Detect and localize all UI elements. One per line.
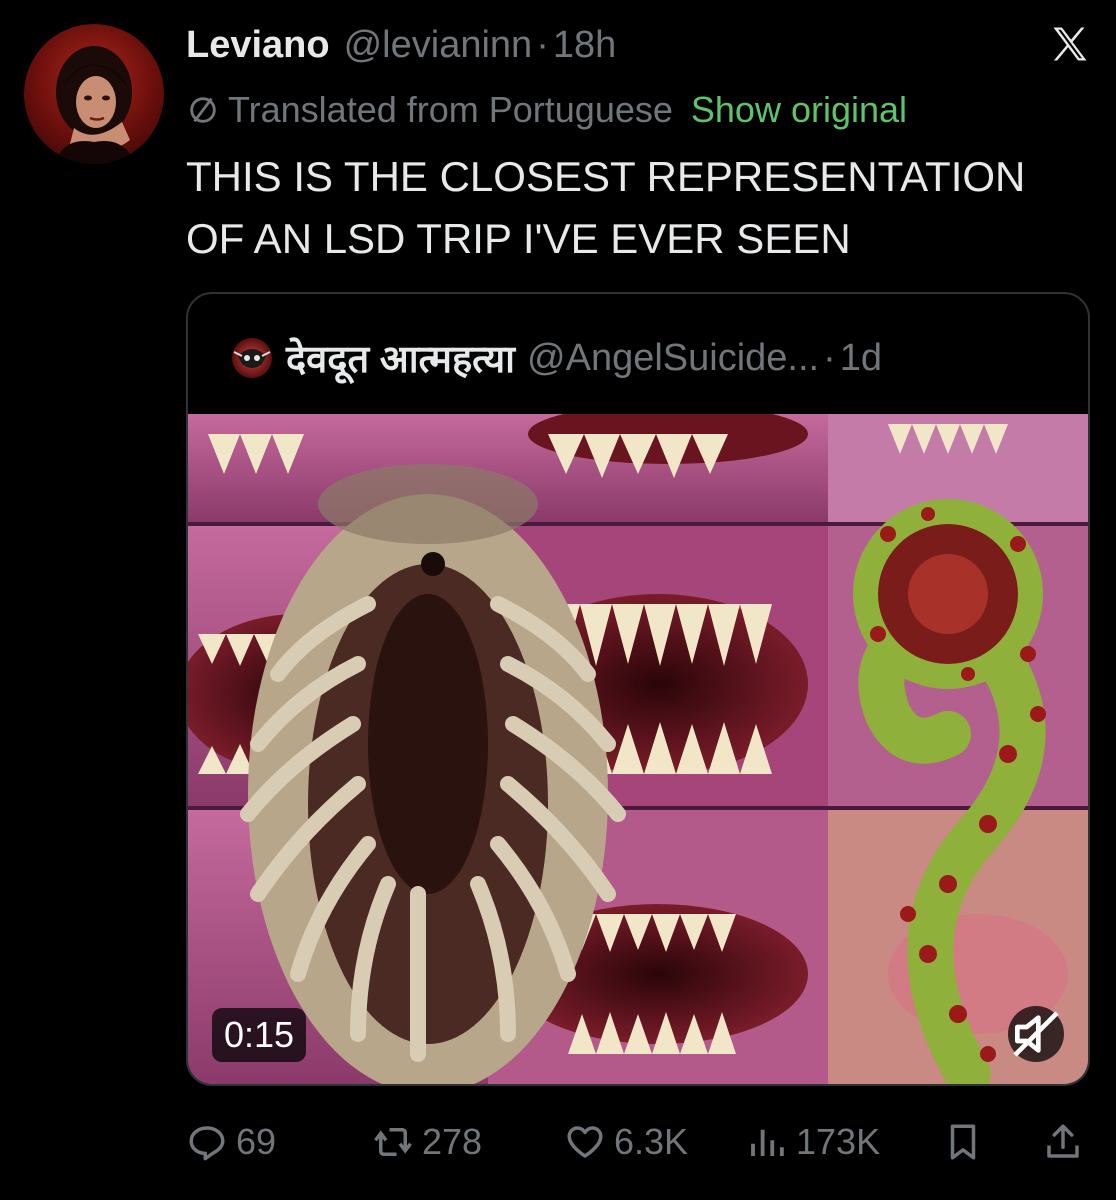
author-avatar[interactable] <box>24 24 164 164</box>
header-separator: · <box>536 23 549 66</box>
quoted-header-separator: · <box>823 336 836 379</box>
reply-count: 69 <box>236 1121 277 1162</box>
avatar-image <box>54 46 136 164</box>
share-button[interactable] <box>1042 1112 1084 1172</box>
repost-count: 278 <box>422 1121 483 1162</box>
views-button[interactable]: 173K <box>746 1112 880 1172</box>
reply-icon <box>189 1126 225 1161</box>
share-icon <box>1047 1124 1079 1158</box>
quoted-tweet-timestamp[interactable]: 1d <box>840 337 882 380</box>
quoted-tweet-header: देवदूत आत्महत्या @AngelSuicide... · 1d <box>232 330 882 386</box>
quoted-author-avatar <box>232 338 272 378</box>
video-player[interactable]: 0:15 <box>188 414 1088 1084</box>
like-button[interactable]: 6.3K <box>564 1112 688 1172</box>
quoted-tweet-card[interactable]: देवदूत आत्महत्या @AngelSuicide... · 1d 0… <box>186 292 1090 1086</box>
mute-icon <box>1013 1011 1059 1057</box>
video-duration: 0:15 <box>212 1008 307 1062</box>
video-thumbnail <box>188 414 1088 1084</box>
tweet-header: Leviano @levianinn · 18h <box>186 18 616 72</box>
view-count: 173K <box>796 1121 881 1162</box>
like-icon <box>567 1126 603 1158</box>
tweet-text: THIS IS THE CLOSEST REPRESENTATION OF AN… <box>186 153 1026 262</box>
quoted-author-handle[interactable]: @AngelSuicide... <box>527 337 819 380</box>
author-handle[interactable]: @levianinn <box>344 24 533 67</box>
repost-button[interactable]: 278 <box>372 1112 482 1172</box>
reply-button[interactable]: 69 <box>186 1112 276 1172</box>
quoted-author-display-name[interactable]: देवदूत आत्महत्या <box>286 332 515 384</box>
show-original-link[interactable]: Show original <box>691 89 907 131</box>
x-logo-icon <box>1053 27 1087 61</box>
translate-icon <box>190 97 216 123</box>
views-icon <box>751 1129 784 1156</box>
author-display-name[interactable]: Leviano <box>186 24 330 67</box>
like-count: 6.3K <box>614 1121 689 1162</box>
mute-button[interactable] <box>1008 1006 1064 1062</box>
tweet-timestamp[interactable]: 18h <box>553 24 616 67</box>
bookmark-button[interactable] <box>942 1112 984 1172</box>
bookmark-icon <box>950 1124 976 1160</box>
translation-bar: Translated from Portuguese Show original <box>186 86 907 134</box>
repost-icon <box>374 1128 412 1156</box>
action-bar: 69 278 6.3K 173K <box>186 1112 1090 1172</box>
translation-note: Translated from Portuguese <box>228 89 673 130</box>
